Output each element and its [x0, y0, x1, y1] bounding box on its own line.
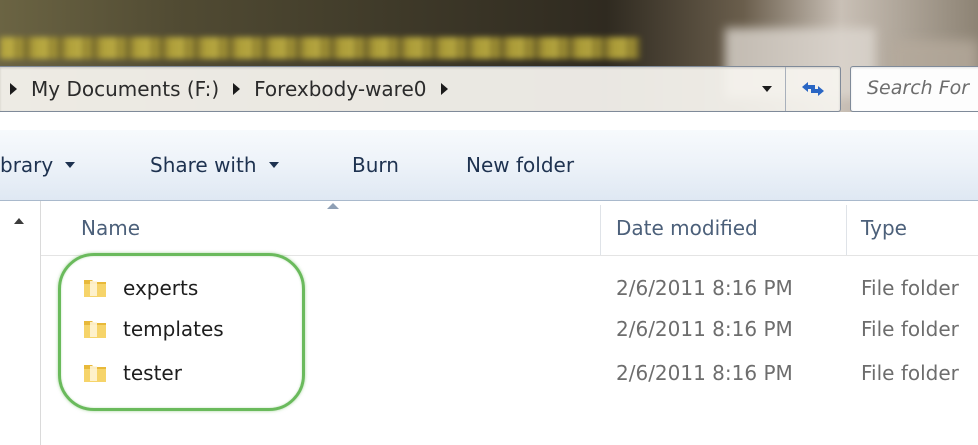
search-input[interactable]: [851, 67, 978, 109]
breadcrumb-item-forexbody-ware0[interactable]: Forexbody-ware0: [254, 75, 426, 103]
column-header-row: Name Date modified Type: [41, 201, 978, 256]
file-name[interactable]: experts: [123, 268, 198, 308]
search-box[interactable]: [850, 66, 978, 112]
column-divider[interactable]: [600, 205, 601, 255]
file-row-experts[interactable]: experts 2/6/2011 8:16 PM File folder: [41, 268, 978, 308]
include-in-library-button[interactable]: brary: [0, 130, 76, 200]
blurred-background-text: [0, 37, 640, 59]
file-type: File folder: [861, 361, 959, 385]
refresh-button[interactable]: [785, 67, 840, 111]
address-bar-row: My Documents (F:) Forexbody-ware0: [0, 66, 978, 120]
chevron-down-icon: [268, 162, 279, 168]
file-list: Name Date modified Type experts 2/6/2011…: [0, 201, 978, 445]
sort-ascending-icon: [327, 203, 339, 209]
burn-button-label: Burn: [352, 153, 399, 177]
column-header-type-label: Type: [861, 216, 907, 240]
navigation-pane-scrollbar[interactable]: [0, 201, 41, 445]
library-button-label: brary: [0, 153, 54, 177]
address-bar[interactable]: My Documents (F:) Forexbody-ware0: [0, 66, 841, 112]
breadcrumb: My Documents (F:) Forexbody-ware0: [10, 67, 462, 111]
file-name[interactable]: tester: [123, 353, 182, 393]
chevron-right-icon[interactable]: [233, 83, 241, 95]
command-bar: brary Share with Burn New folder: [0, 130, 978, 201]
folder-icon: [84, 280, 106, 297]
column-header-name[interactable]: Name: [81, 201, 140, 255]
column-header-date-label: Date modified: [616, 216, 758, 240]
column-header-date-modified[interactable]: Date modified: [616, 201, 758, 255]
chevron-right-icon[interactable]: [440, 83, 448, 95]
address-history-dropdown[interactable]: [752, 67, 782, 111]
folder-icon: [84, 321, 106, 338]
scroll-up-arrow-icon[interactable]: [14, 218, 24, 224]
chevron-down-icon: [762, 86, 772, 92]
share-with-button[interactable]: Share with: [150, 130, 279, 200]
file-row-tester[interactable]: tester 2/6/2011 8:16 PM File folder: [41, 353, 978, 393]
file-date-modified: 2/6/2011 8:16 PM: [616, 317, 793, 341]
folder-icon: [84, 365, 106, 382]
breadcrumb-item-my-documents[interactable]: My Documents (F:): [31, 75, 219, 103]
column-header-name-label: Name: [81, 216, 141, 240]
file-type: File folder: [861, 276, 959, 300]
file-name[interactable]: templates: [123, 309, 224, 349]
column-header-type[interactable]: Type: [861, 201, 907, 255]
file-date-modified: 2/6/2011 8:16 PM: [616, 361, 793, 385]
burn-button[interactable]: Burn: [352, 130, 399, 200]
refresh-icon: [802, 82, 824, 96]
file-date-modified: 2/6/2011 8:16 PM: [616, 276, 793, 300]
chevron-down-icon: [65, 162, 76, 168]
new-folder-button-label: New folder: [466, 153, 575, 177]
chevron-right-icon[interactable]: [10, 83, 17, 95]
file-type: File folder: [861, 317, 959, 341]
file-row-templates[interactable]: templates 2/6/2011 8:16 PM File folder: [41, 309, 978, 349]
share-with-button-label: Share with: [150, 153, 257, 177]
new-folder-button[interactable]: New folder: [466, 130, 574, 200]
column-divider[interactable]: [846, 205, 847, 255]
